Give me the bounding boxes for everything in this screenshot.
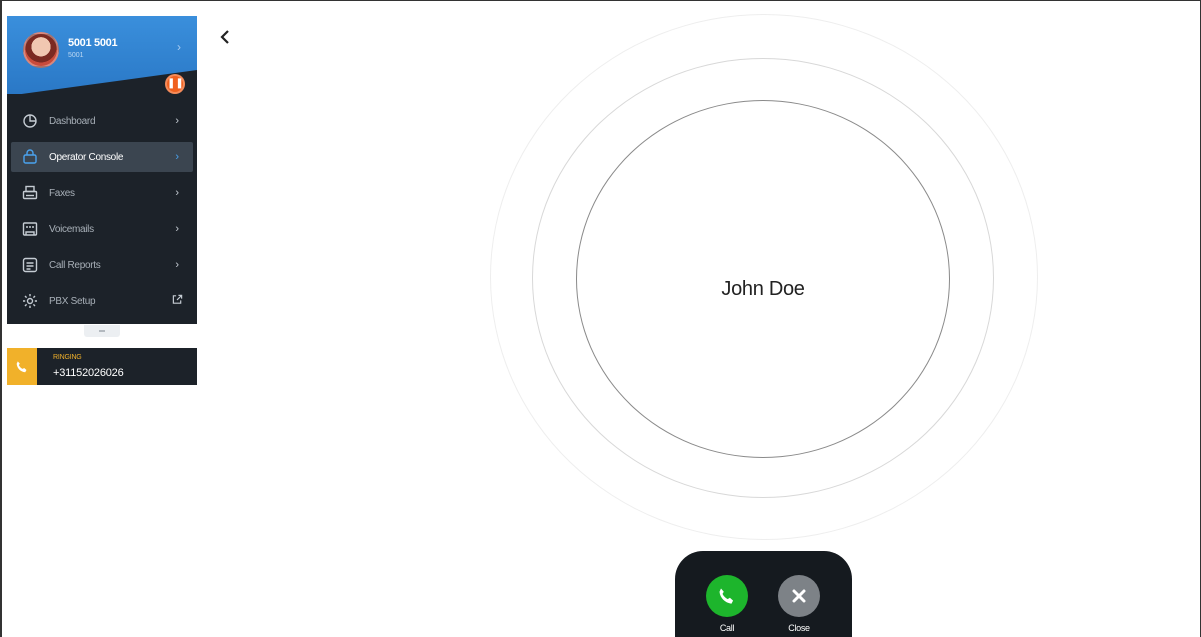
dashboard-icon	[21, 112, 39, 130]
sidebar-item-voicemails[interactable]: Voicemails ›	[11, 214, 193, 244]
close-icon	[778, 575, 820, 617]
chevron-right-icon: ›	[175, 187, 179, 199]
sidebar: 5001 5001 5001 › ❚❚ Dashboard › Operator…	[7, 16, 197, 324]
chevron-right-icon: ›	[175, 259, 179, 271]
sidebar-item-label: Dashboard	[49, 115, 96, 127]
call-action-bar: Call Close	[675, 551, 852, 637]
sidebar-item-operator-console[interactable]: Operator Console ›	[11, 142, 193, 172]
call-reports-icon	[21, 256, 39, 274]
ringing-call-card[interactable]: RINGING +31152026026	[7, 348, 197, 385]
close-label: Close	[788, 623, 810, 633]
call-label: Call	[719, 623, 735, 633]
voicemail-icon	[21, 220, 39, 238]
call-button[interactable]: Call	[705, 575, 749, 633]
chevron-right-icon: ›	[175, 115, 179, 127]
chevron-right-icon: ›	[175, 223, 179, 235]
back-button[interactable]	[217, 27, 233, 47]
phone-icon	[7, 348, 37, 385]
sidebar-item-label: Operator Console	[49, 151, 124, 163]
operator-console-icon	[21, 148, 39, 166]
sidebar-item-call-reports[interactable]: Call Reports ›	[11, 250, 193, 280]
sidebar-item-faxes[interactable]: Faxes ›	[11, 178, 193, 208]
sidebar-item-label: PBX Setup	[49, 295, 96, 307]
fax-icon	[21, 184, 39, 202]
chevron-right-icon: ›	[175, 151, 179, 163]
sidebar-item-label: Voicemails	[49, 223, 94, 235]
ringing-number: +31152026026	[53, 367, 124, 379]
caller-name: John Doe	[721, 278, 805, 300]
sidebar-item-dashboard[interactable]: Dashboard ›	[11, 106, 193, 136]
sidebar-item-pbx-setup[interactable]: PBX Setup	[11, 286, 193, 316]
ringing-status: RINGING	[53, 354, 82, 361]
sidebar-collapse-handle[interactable]	[84, 325, 120, 337]
sidebar-menu: Dashboard › Operator Console › Faxes › V…	[7, 94, 197, 316]
pause-icon[interactable]: ❚❚	[165, 74, 185, 94]
chevron-right-icon[interactable]: ›	[177, 40, 181, 54]
chevron-left-icon	[220, 30, 229, 44]
gear-icon	[21, 292, 39, 310]
external-link-icon[interactable]	[169, 294, 185, 308]
phone-icon	[706, 575, 748, 617]
close-button[interactable]: Close	[777, 575, 821, 633]
profile-name: 5001 5001	[68, 37, 118, 49]
profile-extension: 5001	[68, 52, 84, 59]
sidebar-item-label: Call Reports	[49, 259, 101, 271]
sidebar-item-label: Faxes	[49, 187, 75, 199]
avatar[interactable]	[23, 32, 59, 68]
